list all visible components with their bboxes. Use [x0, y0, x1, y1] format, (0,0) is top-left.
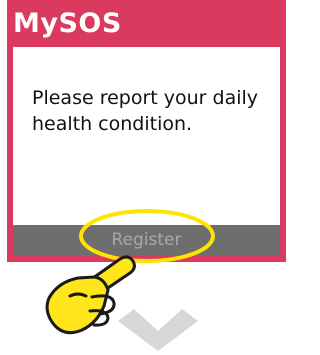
highlight-ring — [79, 209, 215, 263]
chevron-down-icon — [118, 309, 198, 351]
tutorial-overlay — [45, 209, 215, 351]
tutorial-stage: MySOS Please report your daily health co… — [0, 0, 298, 355]
